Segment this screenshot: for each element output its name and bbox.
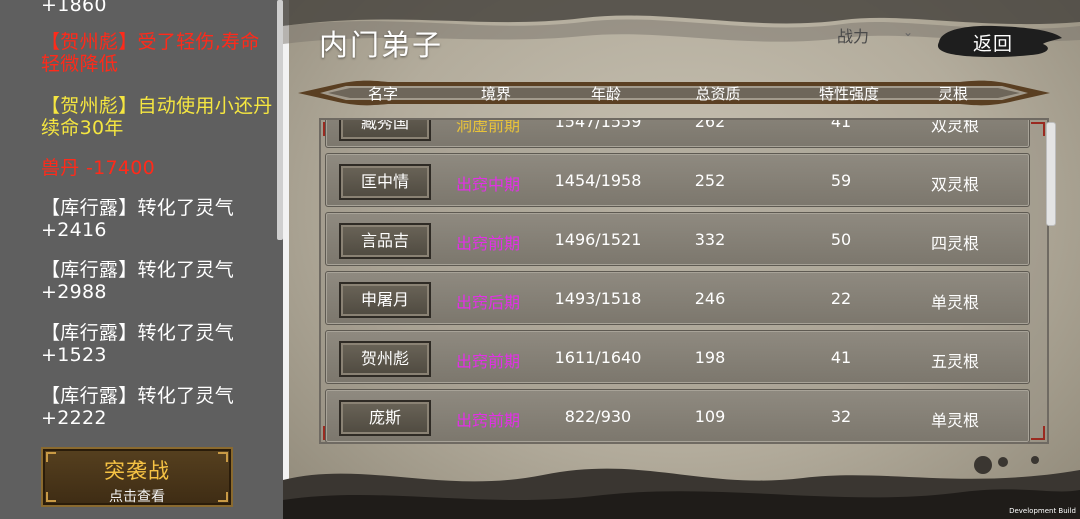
ink-wash-bottom-decoration <box>283 456 1080 519</box>
disciple-realm: 出窍后期 <box>455 293 521 312</box>
log-entry: +1860 <box>41 0 107 16</box>
raid-button-title: 突袭战 <box>104 459 170 483</box>
disciple-spirit-root: 双灵根 <box>930 175 980 194</box>
disciple-row[interactable]: 庞斯 出窍前期 822/930 109 32 单灵根 <box>325 389 1030 442</box>
list-scrollbar[interactable] <box>1046 122 1056 226</box>
log-entry: 【库行露】转化了灵气+2988 <box>41 259 235 303</box>
disciple-spirit-root: 四灵根 <box>930 234 980 253</box>
raid-battle-button[interactable]: 突袭战 点击查看 <box>41 447 233 507</box>
column-header-name: 名字 <box>367 85 399 103</box>
log-entry: 【库行露】转化了灵气+2222 <box>41 385 235 429</box>
event-log-panel[interactable]: +1860 【贺州彪】受了轻伤,寿命轻微降低 【贺州彪】自动使用小还丹续命30年… <box>0 0 283 519</box>
disciple-age: 1611/1640 <box>554 348 642 367</box>
disciple-realm: 出窍前期 <box>455 352 521 371</box>
log-entry: 兽丹 -17400 <box>41 157 156 179</box>
column-header-realm: 境界 <box>480 85 512 103</box>
log-entry: 【贺州彪】自动使用小还丹续命30年 <box>41 95 273 139</box>
log-entry: 【库行露】转化了灵气+2416 <box>41 197 235 241</box>
disciple-age: 1493/1518 <box>554 289 642 308</box>
chevron-down-icon: ⌄ <box>903 25 914 39</box>
disciple-realm: 洞虚前期 <box>455 118 521 135</box>
disciple-trait-strength: 59 <box>830 171 852 190</box>
raid-button-subtitle: 点击查看 <box>109 489 165 505</box>
disciple-spirit-root: 五灵根 <box>930 352 980 371</box>
disciple-trait-strength: 32 <box>830 407 852 426</box>
disciple-name[interactable]: 言品吉 <box>339 223 431 259</box>
disciple-aptitude: 332 <box>694 230 726 249</box>
disciple-row[interactable]: 臧秀国 洞虚前期 1547/1559 262 41 双灵根 <box>325 118 1030 148</box>
disciple-aptitude: 252 <box>694 171 726 190</box>
corner-ornament <box>218 492 228 502</box>
disciple-name[interactable]: 贺州彪 <box>339 341 431 377</box>
corner-ornament <box>46 452 56 462</box>
log-entry: 【库行露】转化了灵气+1523 <box>41 322 235 366</box>
disciple-age: 1496/1521 <box>554 230 642 249</box>
disciple-age: 1547/1559 <box>554 118 642 131</box>
disciple-name[interactable]: 庞斯 <box>339 400 431 436</box>
column-header-spirit-root: 灵根 <box>937 85 969 103</box>
disciple-realm: 出窍中期 <box>455 175 521 194</box>
disciple-spirit-root: 单灵根 <box>930 411 980 430</box>
disciple-aptitude: 262 <box>694 118 726 131</box>
disciple-trait-strength: 50 <box>830 230 852 249</box>
page-title: 内门弟子 <box>319 28 444 62</box>
log-entry: 【贺州彪】受了轻伤,寿命轻微降低 <box>41 31 260 75</box>
disciple-row[interactable]: 匡中情 出窍中期 1454/1958 252 59 双灵根 <box>325 153 1030 207</box>
column-header-aptitude: 总资质 <box>695 85 741 103</box>
column-header-bar: 名字 境界 年龄 总资质 特性强度 灵根 <box>298 70 1050 116</box>
disciple-aptitude: 198 <box>694 348 726 367</box>
disciple-spirit-root: 单灵根 <box>930 293 980 312</box>
corner-ornament <box>1031 122 1045 136</box>
event-log-list[interactable]: +1860 【贺州彪】受了轻伤,寿命轻微降低 【贺州彪】自动使用小还丹续命30年… <box>0 0 283 440</box>
disciple-name[interactable]: 匡中情 <box>339 164 431 200</box>
disciple-realm: 出窍前期 <box>455 234 521 253</box>
disciple-aptitude: 246 <box>694 289 726 308</box>
disciple-realm: 出窍前期 <box>455 411 521 430</box>
disciple-spirit-root: 双灵根 <box>930 118 980 135</box>
column-header-age: 年龄 <box>590 85 622 103</box>
corner-ornament <box>1031 426 1045 440</box>
disciple-trait-strength: 41 <box>830 348 852 367</box>
disciple-trait-strength: 41 <box>830 118 852 131</box>
disciple-name[interactable]: 申屠月 <box>339 282 431 318</box>
disciple-age: 1454/1958 <box>554 171 642 190</box>
back-button-label: 返回 <box>973 33 1014 55</box>
corner-ornament <box>46 492 56 502</box>
disciple-name[interactable]: 臧秀国 <box>339 120 431 141</box>
disciple-list[interactable]: 臧秀国 洞虚前期 1547/1559 262 41 双灵根 匡中情 出窍中期 1454/1958… <box>319 118 1049 444</box>
sort-dropdown[interactable]: 战力 ⌄ <box>803 20 918 50</box>
disciple-aptitude: 109 <box>694 407 726 426</box>
sort-dropdown-value: 战力 <box>837 27 870 46</box>
inner-disciples-screen: 内门弟子 战力 ⌄ 返回 名字 境界 年龄 总资质 特性强度 灵根 臧秀国 洞虚前… <box>283 0 1080 519</box>
column-header-trait: 特性强度 <box>818 85 880 103</box>
development-build-label: Development Build <box>1009 507 1076 515</box>
back-button[interactable]: 返回 <box>935 22 1065 60</box>
disciple-row[interactable]: 贺州彪 出窍前期 1611/1640 198 41 五灵根 <box>325 330 1030 384</box>
disciple-row[interactable]: 申屠月 出窍后期 1493/1518 246 22 单灵根 <box>325 271 1030 325</box>
disciple-row[interactable]: 言品吉 出窍前期 1496/1521 332 50 四灵根 <box>325 212 1030 266</box>
disciple-age: 822/930 <box>564 407 632 426</box>
corner-ornament <box>218 452 228 462</box>
disciple-trait-strength: 22 <box>830 289 852 308</box>
